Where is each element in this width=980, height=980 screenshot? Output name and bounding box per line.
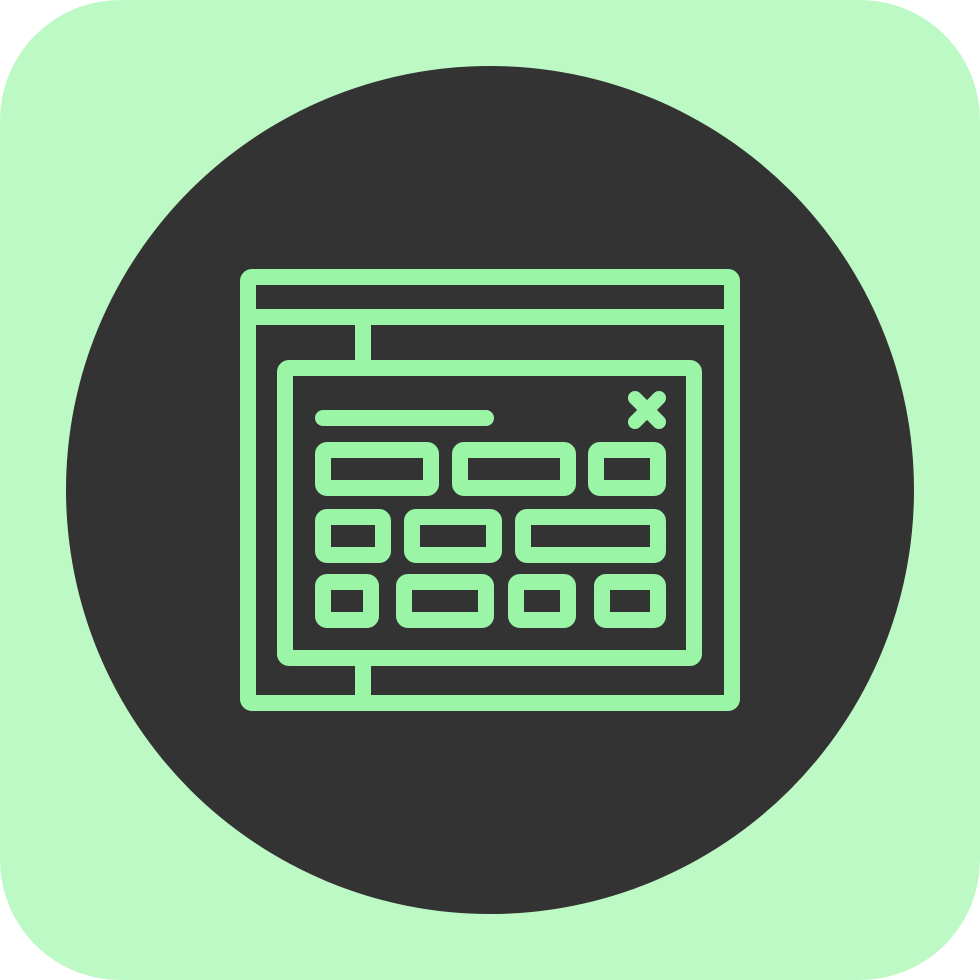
- app-icon-tile: [0, 0, 980, 980]
- modal-dialog-window-icon: [0, 0, 980, 980]
